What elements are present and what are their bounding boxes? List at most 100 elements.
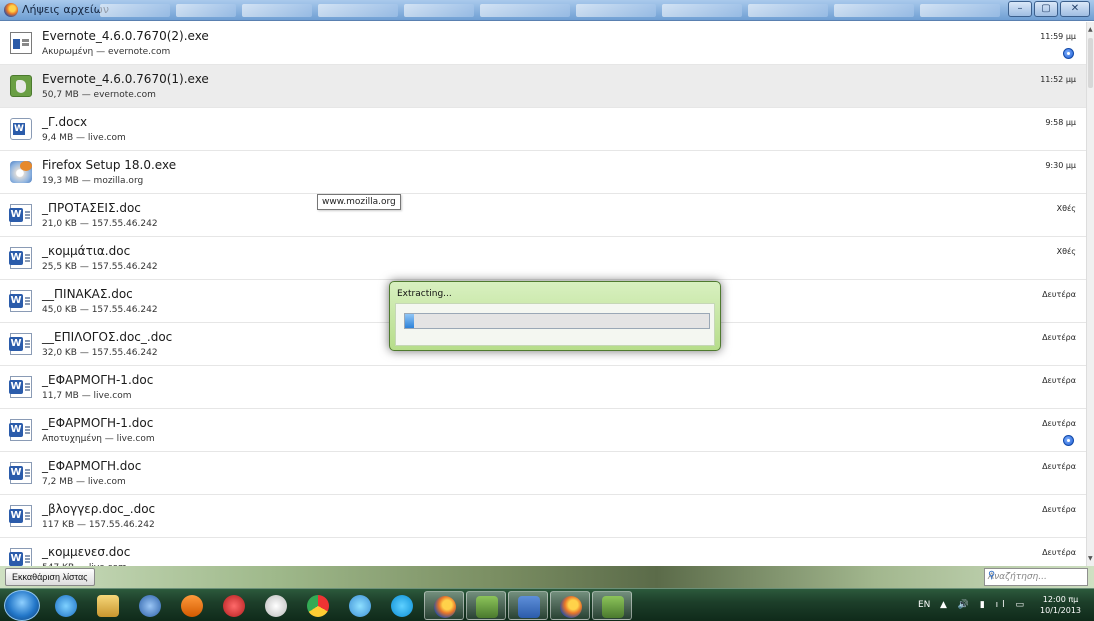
download-time: Δευτέρα [1042, 548, 1076, 557]
scroll-thumb[interactable] [1088, 38, 1093, 88]
download-filename: __ΠΙΝΑΚΑΣ.doc [42, 287, 133, 301]
chrome-icon [307, 595, 329, 617]
download-time: Δευτέρα [1042, 462, 1076, 471]
blurred-tab [662, 4, 742, 17]
blurred-tab [576, 4, 656, 17]
system-tray: EN ▲ 🔊 ▮ ıl ▭ 12:00 πμ 10/1/2013 [912, 589, 1094, 621]
download-status: 9,4 MB — live.com [42, 133, 126, 143]
download-row[interactable]: _ΕΦΑΡΜΟΓΗ-1.doc 11,7 MB — live.com Δευτέρα [0, 366, 1086, 409]
start-button[interactable] [4, 590, 40, 621]
download-row[interactable]: Evernote_4.6.0.7670(2).exe Ακυρωμένη — ev… [0, 22, 1086, 65]
doc-icon [9, 462, 32, 484]
download-time: 11:52 μμ [1040, 75, 1076, 84]
taskbar-app-firefox[interactable] [550, 591, 590, 620]
blurred-tab [834, 4, 914, 17]
download-row[interactable]: _ΠΡΟΤΑΣΕΙΣ.doc 21,0 KB — 157.55.46.242 Χθέ… [0, 194, 1086, 237]
dialog-body [395, 303, 715, 346]
downloads-footer: Εκκαθάριση λίστας Αναζήτηση... ⚲ [0, 566, 1094, 588]
clock-icon [265, 595, 287, 617]
taskbar-app-evernote[interactable] [466, 591, 506, 620]
retry-icon[interactable] [1063, 435, 1074, 446]
download-status: Ακυρωμένη — evernote.com [42, 47, 171, 57]
language-indicator[interactable]: EN [918, 600, 930, 610]
clock-date: 10/1/2013 [1040, 606, 1082, 615]
taskbar-app-pin[interactable] [214, 591, 254, 620]
download-time: 9:58 μμ [1045, 118, 1076, 127]
download-filename: _κομμενεσ.doc [42, 545, 131, 559]
firefox-icon [434, 596, 456, 618]
download-row[interactable]: _ΕΦΑΡΜΟΓΗ-1.doc Αποτυχημένη — live.com Δευ… [0, 409, 1086, 452]
maximize-button[interactable]: ▢ [1034, 1, 1058, 17]
doc-icon [9, 247, 32, 269]
download-row[interactable]: _κομμάτια.doc 25,5 KB — 157.55.46.242 Χθές [0, 237, 1086, 280]
doc-icon [9, 548, 32, 566]
download-status: 50,7 MB — evernote.com [42, 90, 156, 100]
tray-icons[interactable]: ▲ 🔊 ▮ ıl ▭ [940, 600, 1028, 610]
taskbar-app-firefox[interactable] [424, 591, 464, 620]
pin-icon [223, 595, 245, 617]
firefox-icon [4, 3, 18, 17]
download-filename: _ΕΦΑΡΜΟΓΗ.doc [42, 459, 142, 473]
blurred-tab [242, 4, 312, 17]
download-filename: _κομμάτια.doc [42, 244, 131, 258]
download-row[interactable]: Firefox Setup 18.0.exe 19,3 MB — mozilla.… [0, 151, 1086, 194]
url-tooltip: www.mozilla.org [317, 194, 401, 210]
evernote-icon [602, 596, 624, 618]
download-row[interactable]: _κομμενεσ.doc547 KB — live.comΔευτέρα [0, 538, 1086, 566]
blurred-tab [176, 4, 236, 17]
retry-icon[interactable] [1063, 48, 1074, 59]
list-scrollbar[interactable]: ▲ ▼ [1086, 22, 1094, 566]
taskbar-app-evernote[interactable] [592, 591, 632, 620]
download-time: Δευτέρα [1042, 505, 1076, 514]
search-field[interactable]: Αναζήτηση... ⚲ [984, 568, 1088, 586]
doc-icon [9, 376, 32, 398]
exe-icon [10, 32, 32, 54]
taskbar-app-explorer[interactable] [88, 591, 128, 620]
download-row[interactable]: _βλογγερ.doc_.doc 117 KB — 157.55.46.242 Δ… [0, 495, 1086, 538]
download-time: 11:59 μμ [1040, 32, 1076, 41]
doc-icon [9, 419, 32, 441]
explorer-icon [97, 595, 119, 617]
media-icon [181, 595, 203, 617]
clock-time: 12:00 πμ [1042, 595, 1079, 604]
evernote-icon [476, 596, 498, 618]
download-filename: _Γ.docx [42, 115, 88, 129]
blurred-tab [318, 4, 398, 17]
download-status: 32,0 KB — 157.55.46.242 [42, 348, 158, 358]
doc-icon [9, 290, 32, 312]
download-row[interactable]: Evernote_4.6.0.7670(1).exe 50,7 MB — ever… [0, 65, 1086, 108]
doc-icon [9, 204, 32, 226]
taskbar-app-chrome[interactable] [298, 591, 338, 620]
download-row[interactable]: _Γ.docx 9,4 MB — live.com 9:58 μμ [0, 108, 1086, 151]
download-filename: _βλογγερ.doc_.doc [42, 502, 156, 516]
minimize-button[interactable]: – [1008, 1, 1032, 17]
clock[interactable]: 12:00 πμ 10/1/2013 [1040, 594, 1081, 616]
taskbar-app-word[interactable] [508, 591, 548, 620]
download-time: Δευτέρα [1042, 290, 1076, 299]
download-row[interactable]: _ΕΦΑΡΜΟΓΗ.doc 7,2 MB — live.com Δευτέρα [0, 452, 1086, 495]
scroll-up-arrow[interactable]: ▲ [1088, 26, 1093, 33]
taskbar-app-ie[interactable] [46, 591, 86, 620]
extracting-dialog: Extracting... [389, 281, 721, 351]
download-filename: Evernote_4.6.0.7670(1).exe [42, 72, 209, 86]
taskbar-app-clock[interactable] [256, 591, 296, 620]
search-icon[interactable]: ⚲ [988, 570, 1087, 581]
download-time: Δευτέρα [1042, 419, 1076, 428]
clear-list-button[interactable]: Εκκαθάριση λίστας [5, 568, 95, 586]
close-button[interactable]: ✕ [1060, 1, 1090, 17]
download-filename: _ΕΦΑΡΜΟΓΗ-1.doc [42, 416, 154, 430]
taskbar-app-people[interactable] [340, 591, 380, 620]
skype-icon [391, 595, 413, 617]
taskbar-app-chat[interactable] [130, 591, 170, 620]
window-titlebar[interactable]: Λήψεις αρχείων – ▢ ✕ [0, 0, 1094, 21]
blurred-tab [748, 4, 828, 17]
setup-icon [10, 161, 32, 183]
scroll-down-arrow[interactable]: ▼ [1088, 555, 1093, 562]
people-icon [349, 595, 371, 617]
blurred-tab [920, 4, 1000, 17]
taskbar-app-skype[interactable] [382, 591, 422, 620]
download-filename: Firefox Setup 18.0.exe [42, 158, 177, 172]
taskbar-app-media[interactable] [172, 591, 212, 620]
download-status: Αποτυχημένη — live.com [42, 434, 155, 444]
download-filename: Evernote_4.6.0.7670(2).exe [42, 29, 209, 43]
